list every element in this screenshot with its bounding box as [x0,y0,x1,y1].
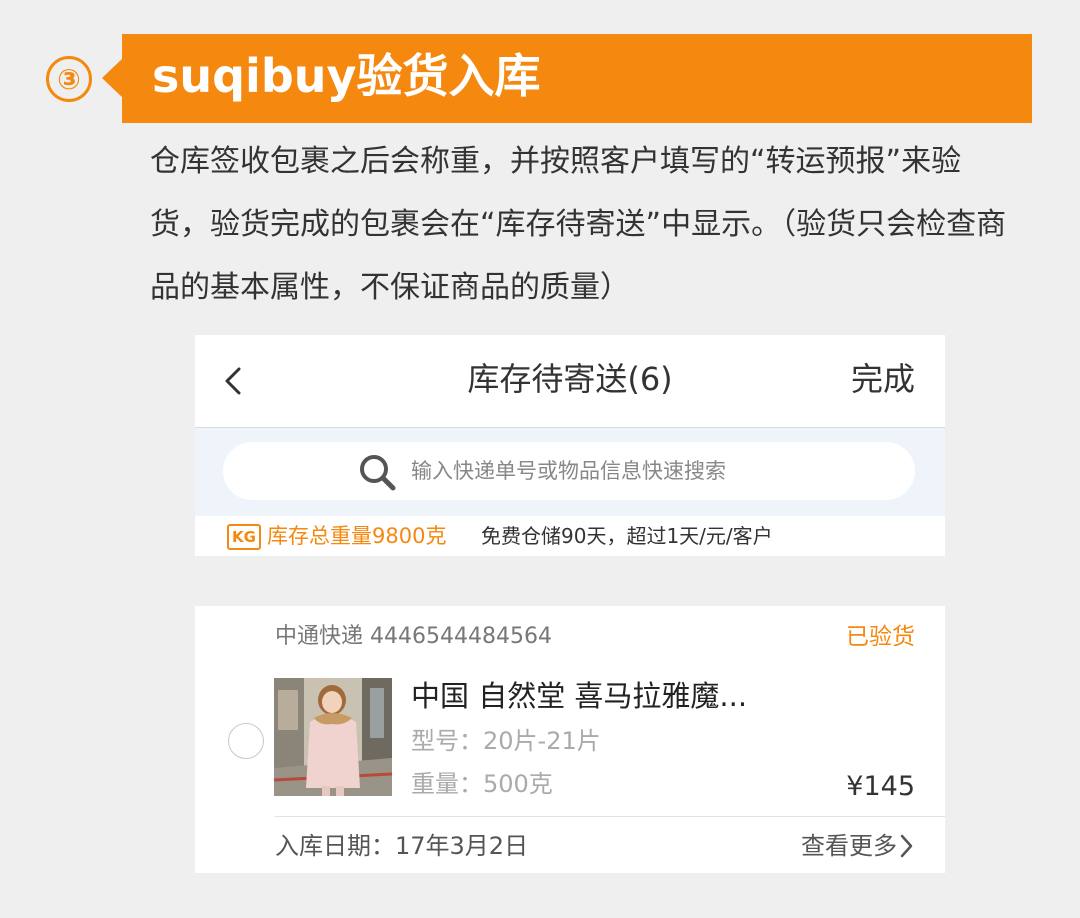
search-placeholder: 输入快递单号或物品信息快速搜索 [411,459,726,483]
product-model: 型号：20片-21片 [411,727,601,755]
product-image [274,678,392,796]
product-price: ¥145 [846,771,915,802]
courier-tracking: 中通快递 4446544484564 [275,624,552,649]
search-icon [360,455,396,491]
app-screenshot: 库存待寄送(6) 完成 输入快递单号或物品信息快速搜索 KG 库存总重量9800… [195,335,945,873]
done-button[interactable]: 完成 [851,357,915,401]
search-bar: 输入快递单号或物品信息快速搜索 [195,428,945,516]
status-badge: 已验货 [846,624,915,650]
view-more-label: 查看更多 [801,832,897,860]
select-checkbox[interactable] [228,723,264,759]
free-storage-note: 免费仓储90天，超过1天/元/客户 [481,524,773,548]
in-stock-date: 入库日期：17年3月2日 [275,832,529,860]
step-description: 仓库签收包裹之后会称重，并按照客户填写的“转运预报”来验货，验货完成的包裹会在“… [150,144,1007,305]
search-input[interactable]: 输入快递单号或物品信息快速搜索 [223,442,915,500]
chevron-right-icon [900,834,913,858]
page-title: 库存待寄送(6) [467,360,673,398]
step-title: suqibuy验货入库 [152,49,541,103]
view-more-link[interactable]: 查看更多 [801,830,915,862]
product-name: 中国 自然堂 喜马拉雅魔... [411,679,748,713]
package-card[interactable]: 中通快递 4446544484564 已验货 中国 自然堂 喜马拉雅魔... 型… [195,606,945,873]
product-thumbnail [274,678,392,796]
banner-arrow [102,58,123,98]
product-weight: 重量：500克 [411,770,553,798]
total-weight: 库存总重量9800克 [267,524,447,548]
kg-icon: KG [227,524,261,550]
nav-bar: 库存待寄送(6) 完成 [195,335,945,428]
storage-info-row: KG 库存总重量9800克 免费仓储90天，超过1天/元/客户 [195,516,945,556]
section-divider [195,556,945,606]
step-number: ③ [46,56,92,102]
card-divider [275,816,945,817]
